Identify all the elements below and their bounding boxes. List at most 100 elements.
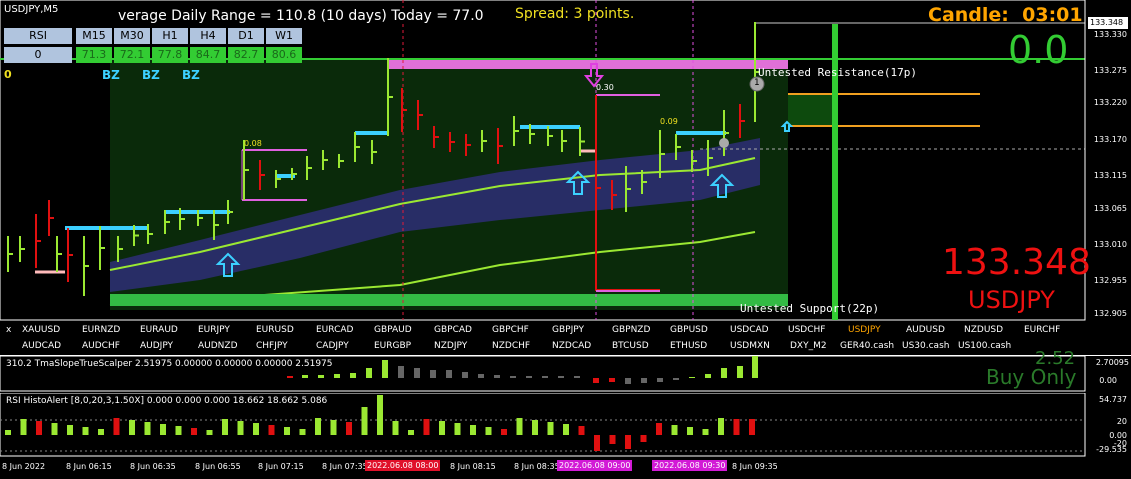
symbol-dxy-m2[interactable]: DXY_M2 (790, 341, 827, 351)
rsi-histo-bar (36, 421, 42, 435)
time-label: 8 Jun 08:35 (514, 462, 560, 471)
rsi-histo-bar (113, 418, 120, 435)
ind2-title: RSI HistoAlert [8,0,20,3,1.50X] 0.000 0.… (6, 396, 328, 406)
candle-time: 03:01 (1022, 4, 1083, 26)
tma-slope-bar (737, 366, 743, 378)
symbol-gbpcad[interactable]: GBPCAD (434, 325, 472, 335)
symbol-audnzd[interactable]: AUDNZD (198, 341, 238, 351)
symbol-eurcad[interactable]: EURCAD (316, 325, 353, 335)
symbol-gbpjpy[interactable]: GBPJPY (552, 325, 584, 335)
close-icon[interactable]: x (6, 325, 11, 335)
symbol-nzdcad[interactable]: NZDCAD (552, 341, 591, 351)
spread-text: Spread: 3 points. (515, 6, 635, 22)
tma-slope-bar (574, 376, 580, 378)
big-value: 0.0 (1008, 28, 1069, 72)
rsi-histo-bar (175, 426, 182, 435)
resistance-label: Untested Resistance(17p) (758, 66, 917, 79)
symbol-audcad[interactable]: AUDCAD (22, 341, 61, 351)
rsi-histo-bar (51, 423, 58, 435)
rsi-tf-m30: M30 (114, 28, 150, 44)
rsi-histo-bar (253, 423, 259, 435)
ind2-axis-tick: 54.737 (1099, 395, 1127, 404)
rsi-histo-bar (702, 429, 709, 435)
rsi-histo-bar (687, 427, 693, 435)
current-price: 133.348 (942, 242, 1091, 283)
price-current-tag: 133.348 (1088, 17, 1128, 29)
rsi-histo-bar (516, 418, 523, 435)
symbol-eurchf[interactable]: EURCHF (1024, 325, 1060, 335)
symbol-audjpy[interactable]: AUDJPY (140, 341, 173, 351)
symbol-gbpchf[interactable]: GBPCHF (492, 325, 529, 335)
symbol-us100-cash[interactable]: US100.cash (958, 341, 1011, 351)
rsi-histo-bar (439, 421, 445, 435)
rsi-histo-bar (191, 428, 197, 435)
rsi-histo-bar (640, 435, 647, 442)
rsi-histo-bar (20, 419, 27, 435)
time-label: 8 Jun 08:15 (450, 462, 496, 471)
rsi-histo-bar (268, 425, 275, 435)
symbol-eurnzd[interactable]: EURNZD (82, 325, 120, 335)
rsi-signal-2: BZ (182, 68, 200, 82)
window-title: USDJPY,M5 (4, 4, 59, 15)
symbol-btcusd[interactable]: BTCUSD (612, 341, 649, 351)
symbol-euraud[interactable]: EURAUD (140, 325, 178, 335)
tma-slope-bar (673, 378, 679, 380)
symbol-eurgbp[interactable]: EURGBP (374, 341, 411, 351)
symbol-xauusd[interactable]: XAUUSD (22, 325, 60, 335)
price-tick: 133.330 (1093, 30, 1127, 39)
rsi-histo-bar (547, 422, 554, 435)
symbol-ger40-cash[interactable]: GER40.cash (840, 341, 894, 351)
symbol-nzdusd[interactable]: NZDUSD (964, 325, 1003, 335)
symbol-eurjpy[interactable]: EURJPY (198, 325, 230, 335)
symbol-eurusd[interactable]: EURUSD (256, 325, 294, 335)
price-tick: 132.955 (1093, 276, 1127, 285)
symbol-nzdjpy[interactable]: NZDJPY (434, 341, 467, 351)
symbol-cadjpy[interactable]: CADJPY (316, 341, 349, 351)
symbol-audusd[interactable]: AUDUSD (906, 325, 945, 335)
rsi-histo-bar (377, 395, 383, 435)
price-tick: 133.010 (1093, 240, 1127, 249)
symbol-gbpaud[interactable]: GBPAUD (374, 325, 412, 335)
tma-slope-bar (430, 370, 436, 378)
rsi-signal-0: BZ (102, 68, 120, 82)
symbol-gbpusd[interactable]: GBPUSD (670, 325, 708, 335)
symbol-chfjpy[interactable]: CHFJPY (256, 341, 288, 351)
support-label: Untested Support(22p) (740, 302, 880, 315)
rsi-histo-bar (423, 419, 430, 435)
buy-only-label: Buy Only (986, 365, 1077, 389)
candle-label: Candle: (928, 4, 1009, 26)
time-badge: 2022.06.08 09:30 (652, 460, 728, 471)
price-tick: 133.170 (1093, 135, 1127, 144)
rsi-table: RSI 0 M15 M30 H1 H4 D1 W1 71.3 72.1 77.8 84.7 82.7 80… (4, 28, 326, 66)
rsi-signals: BZ BZ BZ (0, 68, 330, 82)
symbol-usdmxn[interactable]: USDMXN (730, 341, 770, 351)
tma-slope-bar (350, 373, 356, 378)
candle-timer: Candle: 03:01 (928, 4, 1083, 26)
symbol-nzdchf[interactable]: NZDCHF (492, 341, 530, 351)
symbol-usdchf[interactable]: USDCHF (788, 325, 825, 335)
symbol-us30-cash[interactable]: US30.cash (902, 341, 949, 351)
ind1-axis-top: 2.70095 (1095, 358, 1129, 367)
symbol-ethusd[interactable]: ETHUSD (670, 341, 707, 351)
rsi-histo-bar (671, 425, 678, 435)
time-label: 8 Jun 06:15 (66, 462, 112, 471)
rsi-value-4: 82.7 (228, 47, 264, 63)
time-label: 8 Jun 07:15 (258, 462, 304, 471)
symbol-audchf[interactable]: AUDCHF (82, 341, 120, 351)
symbol-gbpnzd[interactable]: GBPNZD (612, 325, 650, 335)
rsi-histo-bar (718, 418, 724, 435)
rsi-histo-bar (5, 430, 11, 435)
tma-slope-bar (510, 376, 516, 378)
rsi-histo-bar (501, 429, 507, 435)
time-label: 8 Jun 07:35 (322, 462, 368, 471)
time-badge: 2022.06.08 08:00 (365, 460, 441, 471)
ind2-axis-tick: -29.535 (1096, 445, 1127, 454)
marker-1: 1 (754, 78, 760, 88)
tma-slope-bar (494, 375, 500, 378)
symbol-usdcad[interactable]: USDCAD (730, 325, 769, 335)
rsi-tf-h1: H1 (152, 28, 188, 44)
tma-slope-bar (593, 378, 599, 383)
symbol-usdjpy[interactable]: USDJPY (848, 325, 881, 335)
tma-slope-bar (398, 366, 404, 378)
price-tick: 133.220 (1093, 98, 1127, 107)
